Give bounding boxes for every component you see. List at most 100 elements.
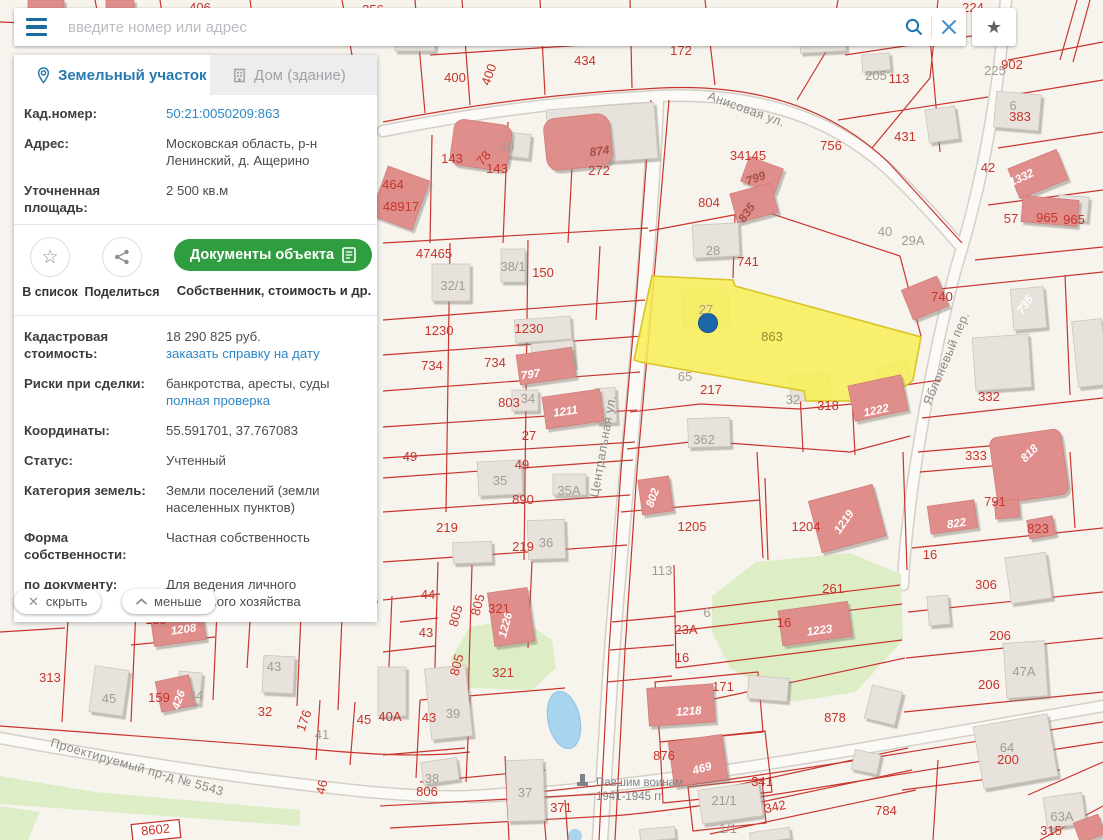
clear-search-button[interactable] <box>932 8 966 46</box>
field-cad-number: Кад.номер: 50:21:0050209:863 <box>24 105 365 122</box>
field-area: Уточненная площадь: 2 500 кв.м <box>24 182 365 216</box>
parcel-label: 206 <box>989 628 1011 643</box>
parcel-label: 30 <box>500 139 514 154</box>
parcel-label: 333 <box>965 448 987 463</box>
parcel-label: 113 <box>889 71 910 86</box>
parcel-label: 143 <box>441 151 463 166</box>
parcel-label: 431 <box>894 129 916 144</box>
location-pin-icon <box>36 67 51 84</box>
star-icon: ★ <box>986 17 1002 37</box>
parcel-label: 823 <box>1027 521 1049 536</box>
parcel-label: 219 <box>436 520 458 535</box>
parcel-label: 49 <box>515 457 529 472</box>
parcel-label: 332 <box>978 389 1000 404</box>
parcel-label: 37 <box>518 785 532 800</box>
menu-button[interactable] <box>14 8 58 46</box>
detail-status: Статус: Учтенный <box>24 452 365 469</box>
parcel-label: 306 <box>975 577 997 592</box>
parcel-label: 1218 <box>676 705 703 719</box>
parcel-label: 44 <box>421 587 435 602</box>
parcel-label: 791 <box>984 494 1006 509</box>
parcel-label: 45 <box>357 712 371 727</box>
parcel-label: 16 <box>675 650 689 665</box>
parcel-label: 6 <box>703 605 710 620</box>
parcel-label: 217 <box>700 382 722 397</box>
parcel-label: 47465 <box>416 246 452 261</box>
parcel-label: 804 <box>698 195 720 210</box>
parcel-label: 39 <box>446 706 460 721</box>
detail-ownership: Форма собственности: Частная собственнос… <box>24 529 365 563</box>
parcel-label: 171 <box>712 679 734 694</box>
parcel-label: 143 <box>486 161 508 176</box>
parcel-label: 371 <box>550 800 572 815</box>
parcel-label: 965 <box>1036 210 1058 225</box>
full-check-link[interactable]: полная проверка <box>166 392 329 409</box>
collapse-panel-button[interactable]: меньше <box>122 589 216 614</box>
share-button[interactable] <box>102 237 142 277</box>
parcel-label: 27 <box>522 428 536 443</box>
add-to-list-button[interactable]: ☆ <box>30 237 70 277</box>
parcel-label: 45 <box>102 691 116 706</box>
hide-panel-button[interactable]: ✕ скрыть <box>14 589 101 614</box>
object-documents-button[interactable]: Документы объекта <box>174 239 372 271</box>
parcel-label: 803 <box>498 395 520 410</box>
tab-land-parcel[interactable]: Земельный участок <box>14 55 210 95</box>
parcel-label: 21/1 <box>711 793 736 808</box>
memorial-text-line2: 1941-1945 гг. <box>596 791 664 803</box>
divider <box>14 224 377 225</box>
parcel-label: 876 <box>653 748 675 763</box>
parcel-label: 42 <box>981 160 995 175</box>
parcel-label: 8602 <box>140 821 170 839</box>
parcel-label: 27 <box>699 302 713 317</box>
parcel-label: 1/1 <box>719 821 737 836</box>
tab-building[interactable]: Дом (здание) <box>210 55 377 95</box>
parcel-label: 863 <box>761 329 783 344</box>
parcel-label: 362 <box>693 432 715 447</box>
field-address: Адрес: Московская область, р-н Ленинский… <box>24 135 365 169</box>
parcel-label: 784 <box>875 803 897 818</box>
tab-label: Дом (здание) <box>254 67 346 84</box>
parcel-label: 225 <box>984 63 1006 78</box>
building-icon <box>232 68 247 83</box>
info-panel: Земельный участок Дом (здание) Кад.номер… <box>14 55 377 622</box>
share-label: Поделиться <box>84 285 160 299</box>
parcel-label: 16 <box>777 615 791 630</box>
parcel-label: 32 <box>258 704 272 719</box>
app-window: Павшим воинам 1941-1945 гг. Анисовая ул.… <box>0 0 1103 840</box>
favorites-button[interactable]: ★ <box>972 8 1016 46</box>
parcel-label: 28 <box>706 243 720 258</box>
menu-icon <box>26 18 47 22</box>
parcel-label: 46 <box>313 778 331 795</box>
parcel-label: 40 <box>878 224 892 239</box>
search-input[interactable] <box>58 19 897 36</box>
parcel-label: 272 <box>588 163 610 178</box>
search-button[interactable] <box>897 8 931 46</box>
parcel-label: 35 <box>493 473 507 488</box>
parcel-label: 16 <box>923 547 937 562</box>
parcel-label: 890 <box>512 492 534 507</box>
parcel-label: 150 <box>532 265 554 280</box>
parcel-label: 43 <box>419 625 433 640</box>
parcel-label: 464 <box>382 177 404 192</box>
close-icon: ✕ <box>28 594 39 610</box>
parcel-label: 383 <box>1009 109 1031 124</box>
parcel-label: 1204 <box>792 519 821 534</box>
documents-subtitle: Собственник, стоимость и др. <box>174 283 374 298</box>
parcel-label: 965 <box>1063 212 1085 227</box>
parcel-label: 38/1 <box>500 259 525 274</box>
parcel-label: 205 <box>865 68 887 83</box>
parcel-label: 206 <box>978 677 1000 692</box>
panel-tabs: Земельный участок Дом (здание) <box>14 55 377 95</box>
parcel-label: 64 <box>1000 740 1014 755</box>
actions-row: ☆ В список Поделиться Документы объекта <box>24 237 365 311</box>
parcel-label: 878 <box>824 710 846 725</box>
parcel-label: 48917 <box>383 199 419 214</box>
parcel-label: 65 <box>678 369 692 384</box>
parcel-label: 32 <box>786 392 800 407</box>
parcel-label: 44 <box>189 688 203 703</box>
tab-label: Земельный участок <box>58 67 207 84</box>
order-certificate-link[interactable]: заказать справку на дату <box>166 345 320 362</box>
cad-number-link[interactable]: 50:21:0050209:863 <box>166 106 280 121</box>
parcel-label: 318 <box>817 398 839 413</box>
parcel-label: 1205 <box>678 519 707 534</box>
